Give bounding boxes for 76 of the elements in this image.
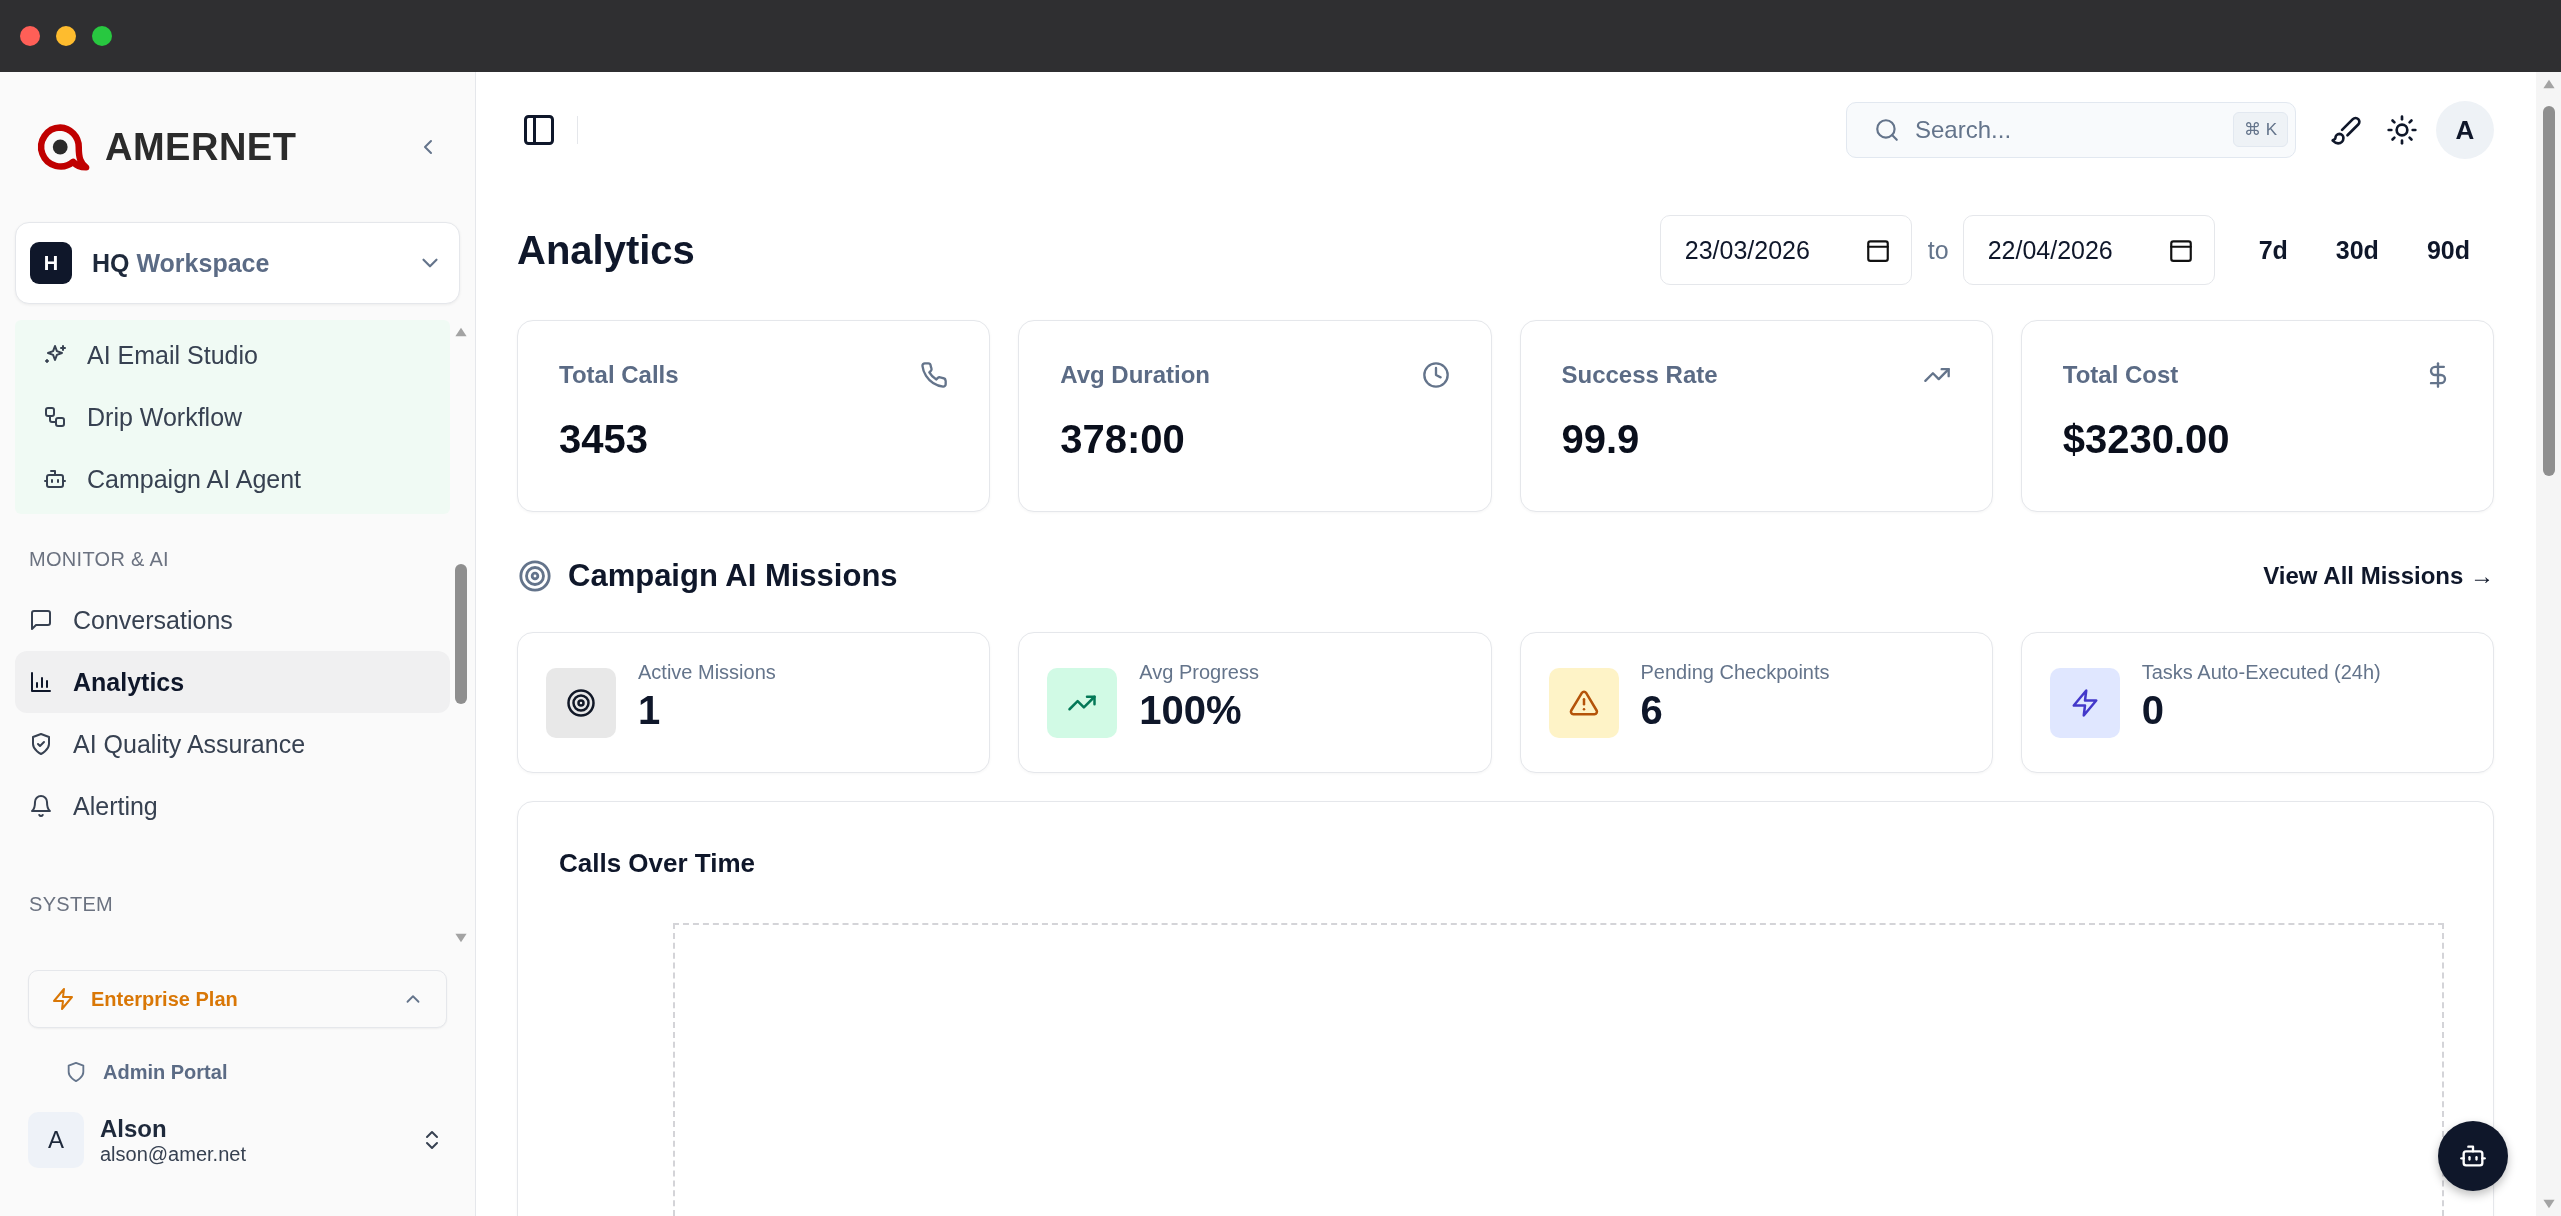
- bell-icon: [29, 794, 53, 818]
- search-icon: [1874, 117, 1900, 143]
- robot-icon: [43, 467, 67, 491]
- scrollbar-thumb[interactable]: [2542, 106, 2555, 476]
- range-button[interactable]: 30d: [2311, 222, 2403, 278]
- target-icon: [518, 559, 552, 593]
- nav-item[interactable]: Drip Workflow: [15, 386, 450, 448]
- workspace-avatar: H: [30, 242, 72, 284]
- admin-portal-link[interactable]: Admin Portal: [65, 1046, 460, 1098]
- scrollbar-thumb[interactable]: [455, 564, 467, 704]
- sun-icon: [2386, 114, 2418, 146]
- nav-item[interactable]: Campaign AI Agent: [15, 448, 450, 510]
- scroll-down-arrow-icon[interactable]: [454, 932, 468, 944]
- logo-icon: [35, 122, 91, 172]
- calendar-icon: [2167, 237, 2194, 263]
- range-button[interactable]: 90d: [2402, 222, 2494, 278]
- stat-value: 3453: [559, 417, 649, 462]
- stat-label: Success Rate: [1561, 361, 1718, 389]
- mission-stat-label: Avg Progress: [1139, 660, 1259, 684]
- date-field[interactable]: 23/03/2026: [1659, 215, 1912, 285]
- stat-value: $3230.00: [2062, 417, 2231, 462]
- chart-title: Calls Over Time: [559, 848, 757, 879]
- maximize-window-button[interactable]: [92, 26, 112, 46]
- view-all-link[interactable]: View All Missions →: [2263, 562, 2494, 590]
- shield-icon: [65, 1061, 87, 1083]
- minimize-window-button[interactable]: [56, 26, 76, 46]
- scroll-up-arrow-icon[interactable]: [2541, 78, 2556, 90]
- bar-chart-icon: [29, 670, 53, 694]
- date-field[interactable]: 22/04/2026: [1962, 215, 2215, 285]
- nav-item[interactable]: AI Quality Assurance: [15, 713, 450, 775]
- clock-icon: [1421, 361, 1450, 389]
- mission-stat-label: Active Missions: [638, 660, 776, 684]
- mission-stat-label: Pending Checkpoints: [1640, 660, 1830, 684]
- user-email: alson@amer.net: [100, 1142, 246, 1166]
- user-name: Alson: [100, 1114, 168, 1143]
- user-menu[interactable]: A Alson alson@amer.net: [28, 1112, 460, 1168]
- scroll-up-arrow-icon[interactable]: [454, 326, 468, 338]
- close-window-button[interactable]: [20, 26, 40, 46]
- stat-label: Total Calls: [559, 361, 679, 389]
- mission-stat-value: 0: [2141, 687, 2165, 733]
- brand-name: AMERNET: [105, 125, 297, 169]
- lightning-icon: [2069, 687, 2100, 718]
- section-title: Campaign AI Missions: [568, 558, 898, 594]
- calendar-icon: [1864, 237, 1891, 263]
- shield-check-icon: [29, 732, 53, 756]
- lightning-icon: [51, 987, 75, 1011]
- mission-stat-value: 100%: [1139, 687, 1243, 733]
- nav-item[interactable]: Analytics: [15, 651, 450, 713]
- chat-bubble-icon: [29, 608, 53, 632]
- mission-stat-value: 1: [638, 687, 662, 733]
- account-avatar-button[interactable]: A: [2436, 101, 2494, 159]
- scroll-down-arrow-icon[interactable]: [2541, 1198, 2556, 1210]
- mission-stat-value: 6: [1640, 687, 1664, 733]
- mission-stat-label: Tasks Auto-Executed (24h): [2141, 660, 2381, 684]
- user-avatar: A: [28, 1112, 84, 1168]
- stat-label: Total Cost: [2062, 361, 2179, 389]
- range-button[interactable]: 7d: [2234, 222, 2312, 278]
- keyboard-shortcut: ⌘ K: [2232, 112, 2288, 147]
- stat-value: 99.9: [1561, 417, 1641, 462]
- nav-item[interactable]: AI Email Studio: [15, 324, 450, 386]
- phone-icon: [920, 361, 949, 389]
- paintbrush-icon: [2330, 114, 2362, 146]
- workflow-icon: [43, 405, 67, 429]
- toggle-sidebar-button[interactable]: [521, 112, 557, 148]
- nav-item[interactable]: Conversations: [15, 589, 450, 651]
- stat-label: Avg Duration: [1060, 361, 1211, 389]
- panel-left-icon: [521, 112, 557, 148]
- date-separator: to: [1927, 235, 1949, 265]
- section-heading: SYSTEM: [28, 893, 115, 916]
- page-title: Analytics: [517, 227, 695, 273]
- workspace-selector[interactable]: H HQ Workspace: [15, 222, 460, 304]
- stat-value: 378:00: [1060, 417, 1186, 462]
- nav-item[interactable]: Alerting: [15, 775, 450, 837]
- scrollbar[interactable]: [2536, 72, 2561, 1216]
- target-icon: [566, 687, 596, 718]
- section-heading: MONITOR & AI: [28, 548, 170, 571]
